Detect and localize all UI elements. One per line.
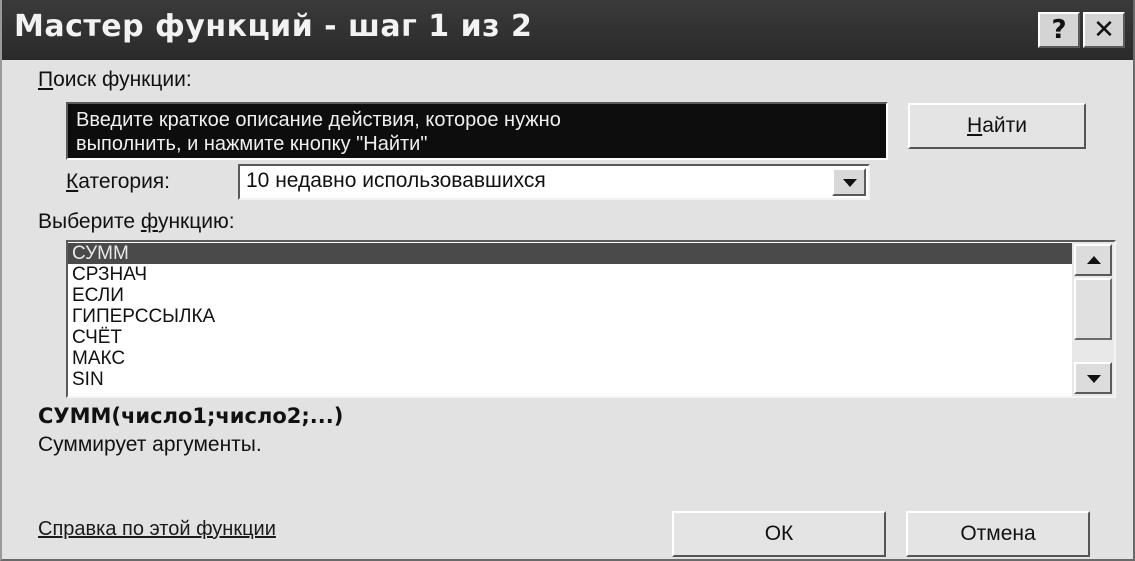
function-list-label: Выберите функцию: xyxy=(38,210,235,234)
scroll-up-button[interactable] xyxy=(1074,244,1112,276)
help-button[interactable]: ? xyxy=(1038,12,1080,48)
category-label: Категория: xyxy=(66,170,170,194)
function-list-scrollbar[interactable] xyxy=(1072,242,1114,396)
category-select[interactable]: 10 недавно использовавшихся xyxy=(238,164,870,200)
function-list-item[interactable]: СУММ xyxy=(68,243,1074,264)
scroll-down-arrow-icon xyxy=(1087,375,1101,383)
function-list-item[interactable]: МАКС xyxy=(68,348,1074,369)
category-dropdown-button[interactable] xyxy=(832,168,866,196)
search-label-text: оиск функции: xyxy=(53,68,192,91)
function-wizard-dialog: Мастер функций - шаг 1 из 2 ? ✕ Поиск фу… xyxy=(0,0,1135,561)
category-label-hotkey: К xyxy=(66,170,79,193)
function-list-items: СУММ СРЗНАЧ ЕСЛИ ГИПЕРССЫЛКА СЧЁТ МАКС SIN xyxy=(68,243,1074,390)
function-list-item[interactable]: ГИПЕРССЫЛКА xyxy=(68,306,1074,327)
title-bar[interactable]: Мастер функций - шаг 1 из 2 ? ✕ xyxy=(2,0,1133,60)
find-button-label: айти xyxy=(982,114,1027,137)
find-button-hotkey: Н xyxy=(967,114,983,137)
close-icon: ✕ xyxy=(1093,15,1115,45)
close-button[interactable]: ✕ xyxy=(1083,12,1125,48)
category-selected-value: 10 недавно использовавшихся xyxy=(246,169,546,192)
search-input[interactable]: Введите краткое описание действия, котор… xyxy=(66,102,888,160)
function-list-item[interactable]: СЧЁТ xyxy=(68,327,1074,348)
scroll-up-arrow-icon xyxy=(1087,256,1101,264)
function-list-item[interactable]: ЕСЛИ xyxy=(68,285,1074,306)
function-help-link[interactable]: Справка по этой функции xyxy=(38,518,276,541)
chevron-down-icon xyxy=(843,179,857,187)
search-label-hotkey: П xyxy=(38,68,54,91)
cancel-button-label: Отмена xyxy=(960,522,1036,545)
function-list-label-hotkey: ф xyxy=(140,210,158,233)
function-listbox[interactable]: СУММ СРЗНАЧ ЕСЛИ ГИПЕРССЫЛКА СЧЁТ МАКС SIN xyxy=(66,240,1116,398)
function-signature: СУММ(число1;число2;...) xyxy=(38,404,344,428)
scrollbar-thumb[interactable] xyxy=(1074,278,1112,340)
cancel-button[interactable]: Отмена xyxy=(906,511,1090,557)
function-list-label-before: Выберите xyxy=(38,210,141,233)
category-label-text: атегория: xyxy=(78,170,171,193)
search-label: Поиск функции: xyxy=(38,68,192,92)
find-button[interactable]: Найти xyxy=(908,103,1086,149)
ok-button[interactable]: ОК xyxy=(672,511,886,557)
function-description: Суммирует аргументы. xyxy=(38,433,262,456)
window-title: Мастер функций - шаг 1 из 2 xyxy=(14,9,533,44)
question-mark-icon: ? xyxy=(1051,15,1067,45)
scroll-down-button[interactable] xyxy=(1074,362,1112,394)
ok-button-label: ОК xyxy=(764,522,794,545)
function-list-item[interactable]: СРЗНАЧ xyxy=(68,264,1074,285)
function-list-label-text: ункцию: xyxy=(157,210,235,233)
function-list-item[interactable]: SIN xyxy=(68,369,1074,390)
